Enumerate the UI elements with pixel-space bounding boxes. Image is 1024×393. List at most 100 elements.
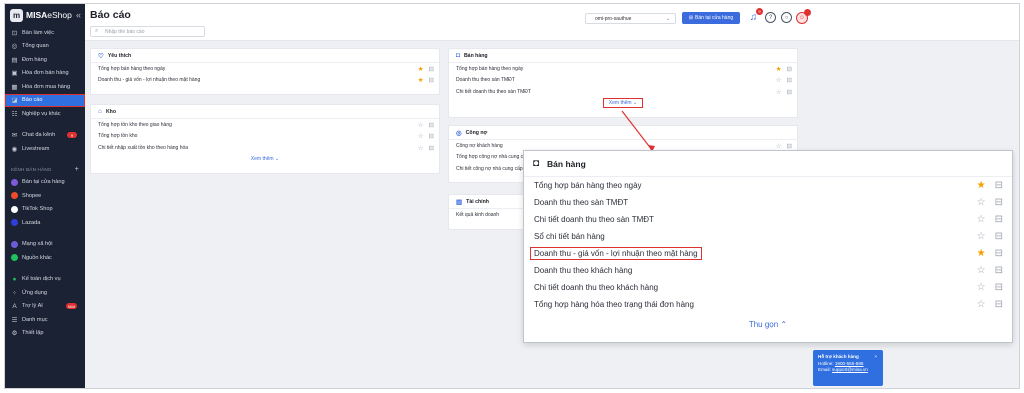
sidebar-item-tong-quan[interactable]: ◎ Tổng quan (5, 40, 85, 54)
report-row[interactable]: Doanh thu theo sàn TMĐT ☆ ⊟ (449, 75, 797, 87)
star-outline-icon[interactable]: ☆ (977, 282, 986, 293)
report-name[interactable]: Doanh thu - giá vốn - lợi nhuận theo mặt… (530, 247, 702, 260)
report-row[interactable]: Tổng hợp hàng hóa theo trạng thái đơn hà… (524, 296, 1012, 313)
save-icon[interactable]: ⊟ (995, 180, 1003, 191)
sales-see-more-link[interactable]: Xem thêm ⌄ (602, 98, 644, 108)
save-icon[interactable]: ⊟ (787, 76, 792, 84)
store-select[interactable]: omi-pro-sauthue ⌄ (585, 13, 676, 24)
star-outline-icon[interactable]: ☆ (418, 132, 424, 140)
save-icon[interactable]: ⊟ (995, 299, 1003, 310)
report-row[interactable]: Chi tiết doanh thu theo sàn TMĐT ☆ ⊟ (449, 86, 797, 98)
save-icon[interactable]: ⊟ (995, 265, 1003, 276)
report-row[interactable]: Tổng hợp tồn kho theo giao hàng ☆ ⊟ (91, 119, 439, 131)
star-filled-icon[interactable]: ★ (418, 65, 424, 73)
sidebar-item-nghiep-vu-khac[interactable]: ☷ Nghiệp vụ khác (5, 107, 85, 121)
sidebar-item-nguon-khac[interactable]: Nguồn khác (5, 251, 85, 265)
star-outline-icon[interactable]: ☆ (977, 231, 986, 242)
collapse-link[interactable]: Thu gọn ⌃ (524, 313, 1012, 335)
report-row[interactable]: Chi tiết doanh thu theo sàn TMĐT ☆ ⊟ (524, 211, 1012, 228)
sidebar-item-don-hang[interactable]: ▤ Đơn hàng (5, 53, 85, 67)
report-row[interactable]: Doanh thu - giá vốn - lợi nhuận theo mặt… (91, 75, 439, 87)
report-row[interactable]: Tổng hợp bán hàng theo ngày ★ ⊟ (449, 63, 797, 75)
star-outline-icon[interactable]: ☆ (776, 88, 782, 96)
report-name[interactable]: Tổng hợp tồn kho theo giao hàng (98, 122, 172, 128)
report-name[interactable]: Doanh thu theo sàn TMĐT (534, 198, 628, 207)
star-filled-icon[interactable]: ★ (977, 180, 986, 191)
report-name[interactable]: Tổng hợp tồn kho (98, 133, 137, 139)
close-icon[interactable]: × (874, 354, 877, 361)
report-row[interactable]: Tổng hợp tồn kho ☆ ⊟ (91, 131, 439, 143)
sidebar-item-ke-toan-dich-vu[interactable]: ● Kế toán dịch vụ (5, 273, 85, 287)
save-icon[interactable]: ⊟ (429, 132, 434, 140)
report-row[interactable]: Doanh thu theo khách hàng ☆ ⊟ (524, 262, 1012, 279)
report-name[interactable]: Doanh thu - giá vốn - lợi nhuận theo mặt… (98, 77, 200, 83)
star-filled-icon[interactable]: ★ (776, 65, 782, 73)
sidebar-item-shopee[interactable]: Shopee (5, 189, 85, 203)
star-outline-icon[interactable]: ☆ (418, 144, 424, 152)
search-input[interactable]: ⌕ Nhập tên báo cáo (90, 26, 205, 37)
star-outline-icon[interactable]: ☆ (776, 76, 782, 84)
avatar[interactable]: ☺ (796, 9, 811, 24)
star-filled-icon[interactable]: ★ (977, 248, 986, 259)
sidebar-item-hoa-don-ban-hang[interactable]: ▣ Hóa đơn bán hàng (5, 67, 85, 81)
chat-bubble-icon[interactable]: ○ (781, 12, 792, 23)
report-name[interactable]: Doanh thu theo sàn TMĐT (456, 77, 515, 83)
sidebar-item-lazada[interactable]: Lazada (5, 216, 85, 230)
report-row[interactable]: Tổng hợp bán hàng theo ngày ★ ⊟ (524, 177, 1012, 194)
sidebar-item-livestream[interactable]: ◉ Livestream (5, 142, 85, 156)
sidebar-item-ban-lam-viec[interactable]: ⊡ Bàn làm việc (5, 26, 85, 40)
star-outline-icon[interactable]: ☆ (418, 121, 424, 129)
report-name[interactable]: Chi tiết công nợ nhà cung cấp (456, 166, 523, 172)
report-name[interactable]: Chi tiết doanh thu theo sàn TMĐT (534, 215, 654, 224)
save-icon[interactable]: ⊟ (787, 142, 792, 150)
report-name[interactable]: Sổ chi tiết bán hàng (534, 232, 605, 241)
report-name[interactable]: Tổng hợp bán hàng theo ngày (456, 66, 523, 72)
sidebar-item-chat-da-kenh[interactable]: ✉ Chat đa kênh 9 (5, 129, 85, 143)
bell-icon[interactable]: ♫ 9 (748, 8, 763, 23)
store-sales-button[interactable]: ⊞ Bán tại cửa hàng (682, 12, 740, 24)
sidebar-item-thiet-lap[interactable]: ⚙ Thiết lập (5, 327, 85, 341)
save-icon[interactable]: ⊟ (429, 76, 434, 84)
star-filled-icon[interactable]: ★ (418, 76, 424, 84)
save-icon[interactable]: ⊟ (429, 144, 434, 152)
star-outline-icon[interactable]: ☆ (977, 214, 986, 225)
star-outline-icon[interactable]: ☆ (977, 299, 986, 310)
save-icon[interactable]: ⊟ (429, 65, 434, 73)
support-box[interactable]: Hỗ trợ khách hàng × Hotline: 1900-555-88… (813, 350, 883, 386)
report-name[interactable]: Công nợ khách hàng (456, 143, 503, 149)
sidebar-item-ban-tai-cua-hang[interactable]: Bán tại cửa hàng (5, 176, 85, 190)
report-name[interactable]: Doanh thu theo khách hàng (534, 266, 632, 275)
report-row[interactable]: Doanh thu theo sàn TMĐT ☆ ⊟ (524, 194, 1012, 211)
sidebar-item-tiktok-shop[interactable]: TikTok Shop (5, 203, 85, 217)
report-row[interactable]: Doanh thu - giá vốn - lợi nhuận theo mặt… (524, 245, 1012, 262)
warehouse-see-more-link[interactable]: Xem thêm ⌄ (91, 154, 439, 165)
report-row[interactable]: Tổng hợp bán hàng theo ngày ★ ⊟ (91, 63, 439, 75)
report-name[interactable]: Chi tiết doanh thu theo khách hàng (534, 283, 658, 292)
sidebar-item-tro-ly-ai[interactable]: A Trợ lý AI Mới (5, 300, 85, 314)
save-icon[interactable]: ⊟ (995, 282, 1003, 293)
sidebar-item-bao-cao[interactable]: ◪ Báo cáo (5, 93, 85, 107)
report-name[interactable]: Tổng hợp công nợ nhà cung cấp (456, 154, 529, 160)
save-icon[interactable]: ⊟ (995, 248, 1003, 259)
report-row[interactable]: Chi tiết nhập xuất tồn kho theo hàng hóa… (91, 142, 439, 154)
save-icon[interactable]: ⊟ (787, 65, 792, 73)
report-name[interactable]: Chi tiết nhập xuất tồn kho theo hàng hóa (98, 145, 188, 151)
star-outline-icon[interactable]: ☆ (977, 265, 986, 276)
save-icon[interactable]: ⊟ (787, 88, 792, 96)
report-name[interactable]: Tổng hợp hàng hóa theo trạng thái đơn hà… (534, 300, 694, 309)
report-name[interactable]: Tổng hợp bán hàng theo ngày (98, 66, 165, 72)
save-icon[interactable]: ⊟ (995, 231, 1003, 242)
sidebar-item-ung-dung[interactable]: ⁘ Ứng dụng (5, 286, 85, 300)
report-name[interactable]: Kết quả kinh doanh (456, 212, 499, 218)
sidebar-item-danh-muc[interactable]: ☰ Danh mục (5, 313, 85, 327)
star-outline-icon[interactable]: ☆ (776, 142, 782, 150)
add-channel-button[interactable]: + (75, 166, 79, 173)
report-row[interactable]: Sổ chi tiết bán hàng ☆ ⊟ (524, 228, 1012, 245)
save-icon[interactable]: ⊟ (995, 197, 1003, 208)
sidebar-item-mang-xa-hoi[interactable]: Mạng xã hội (5, 238, 85, 252)
report-name[interactable]: Tổng hợp bán hàng theo ngày (534, 181, 642, 190)
report-name[interactable]: Chi tiết doanh thu theo sàn TMĐT (456, 89, 531, 95)
star-outline-icon[interactable]: ☆ (977, 197, 986, 208)
report-row[interactable]: Chi tiết doanh thu theo khách hàng ☆ ⊟ (524, 279, 1012, 296)
collapse-sidebar-icon[interactable]: « (76, 10, 81, 20)
